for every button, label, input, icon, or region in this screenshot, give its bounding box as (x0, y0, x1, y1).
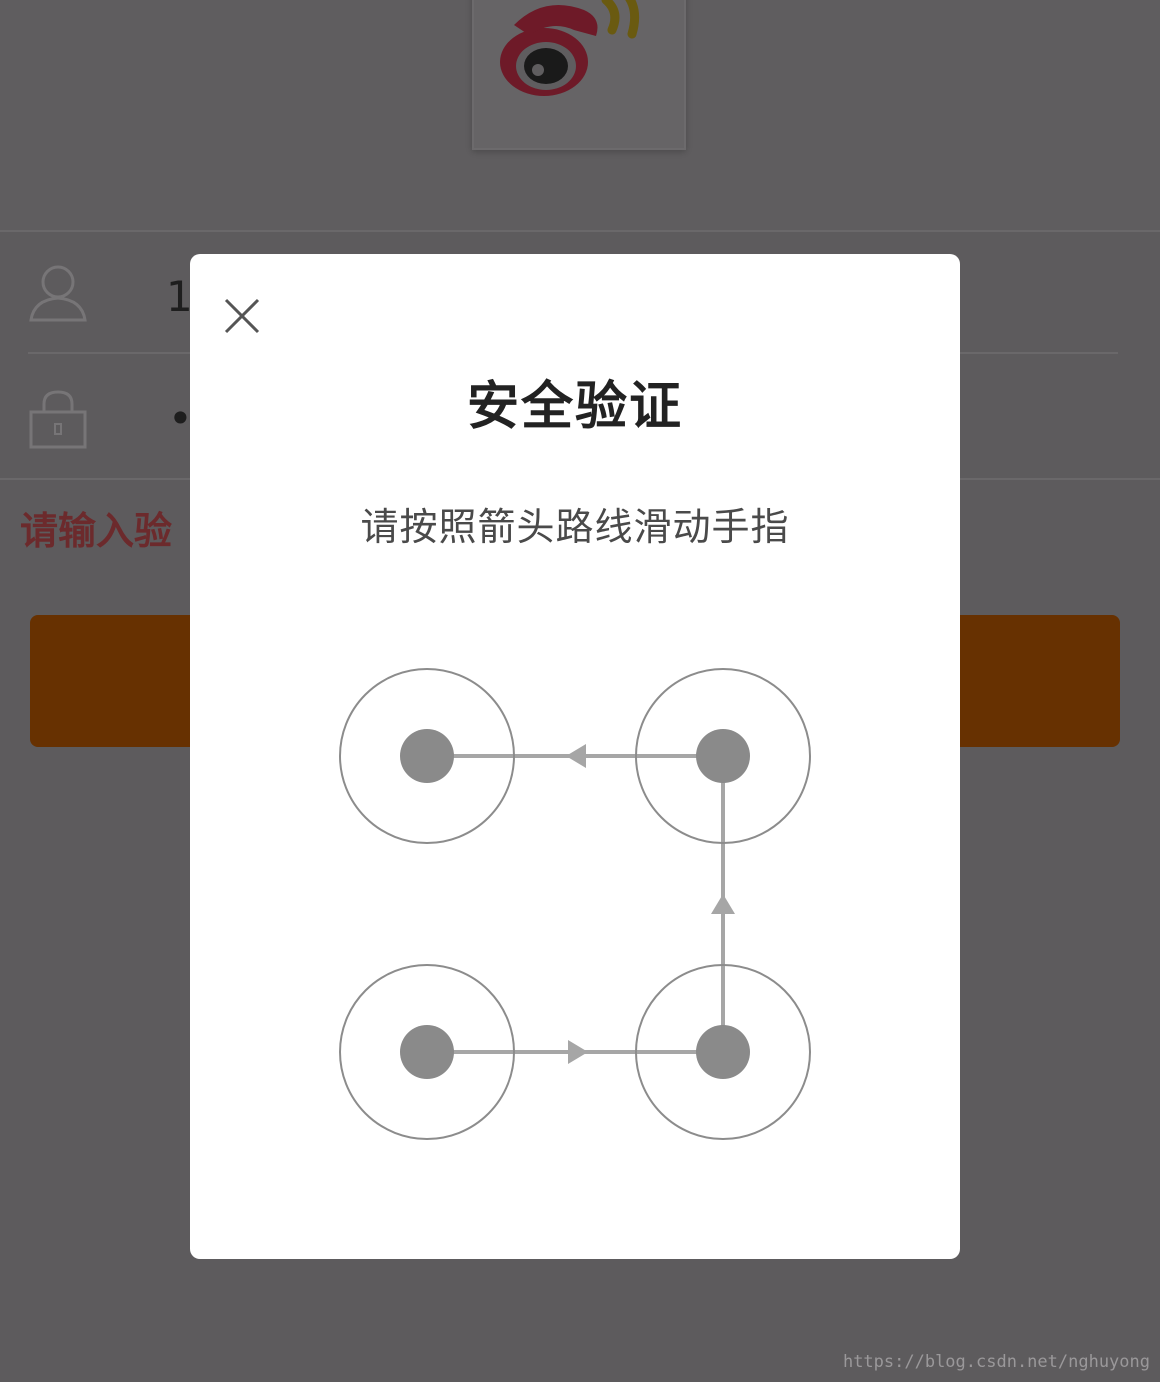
login-page: 1 • 请输入验 安全验证 请按照箭头路线滑动手指 https://blog.c… (0, 0, 1160, 1382)
dialog-instruction: 请按照箭头路线滑动手指 (360, 505, 790, 549)
gesture-pattern-pad[interactable] (320, 644, 840, 1164)
close-button[interactable] (218, 292, 266, 340)
lock-icon (28, 388, 88, 454)
pattern-canvas (339, 668, 811, 1140)
arrow-right-icon (568, 1040, 588, 1064)
username-value[interactable]: 1 (166, 276, 193, 318)
close-icon (224, 298, 260, 334)
arrow-up-icon (711, 894, 735, 914)
header-divider (0, 230, 1160, 232)
watermark: https://blog.csdn.net/nghuyong (842, 1352, 1150, 1372)
security-verification-dialog: 安全验证 请按照箭头路线滑动手指 (190, 254, 960, 1259)
dialog-title: 安全验证 (466, 377, 683, 437)
weibo-logo (472, 0, 686, 150)
arrow-left-icon (566, 744, 586, 768)
weibo-logo-icon (500, 0, 640, 96)
user-icon (28, 262, 88, 328)
captcha-hint: 请输入验 (20, 509, 173, 553)
